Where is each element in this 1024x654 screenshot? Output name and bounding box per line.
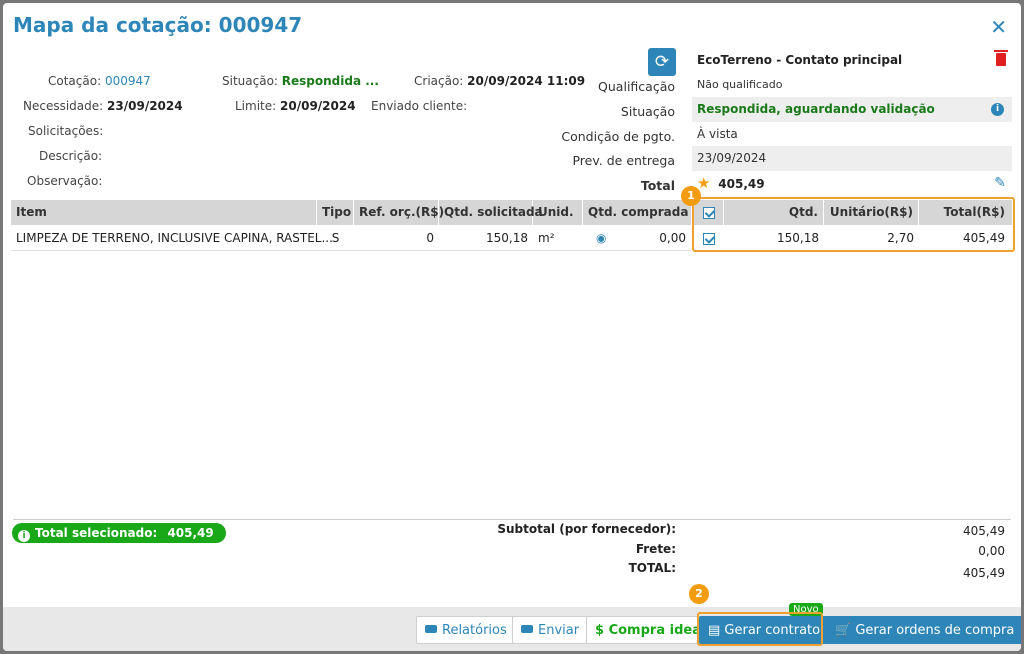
generate-orders-button[interactable]: 🛒 Gerar ordens de compra bbox=[826, 616, 1021, 644]
subtotal-value: 405,49 bbox=[963, 524, 1005, 538]
col-item: Item bbox=[11, 200, 317, 225]
row-qtd-sol: 150,18 bbox=[486, 231, 528, 245]
observacao-label: Observação: bbox=[27, 174, 103, 188]
col-sup-total: Total(R$) bbox=[943, 205, 1005, 219]
subtotal-label: Subtotal (por fornecedor): bbox=[497, 522, 676, 536]
row-checkbox[interactable] bbox=[694, 226, 724, 251]
cart-icon: 🛒 bbox=[835, 623, 856, 638]
supplier-situacao: Respondida, aguardando validação bbox=[697, 102, 935, 116]
step-marker-1: 1 bbox=[681, 186, 701, 206]
necessidade-field: Necessidade: 23/09/2024 bbox=[23, 99, 183, 113]
dollar-icon: $ bbox=[595, 623, 609, 638]
tag-icon bbox=[521, 625, 533, 633]
total-summary-value: 405,49 bbox=[963, 566, 1005, 580]
cotacao-field: Cotação: 000947 bbox=[48, 74, 151, 88]
cotacao-link[interactable]: 000947 bbox=[105, 74, 151, 88]
generate-contract-button[interactable]: ▤ Gerar contrato bbox=[699, 616, 830, 644]
col-qtd-comp: Qtd. comprada bbox=[588, 205, 689, 219]
refresh-icon: ⟳ bbox=[654, 52, 670, 72]
condicao-label: Condição de pgto. bbox=[561, 129, 675, 144]
tag-icon bbox=[425, 625, 437, 633]
total-summary-label: TOTAL: bbox=[628, 561, 676, 575]
col-tipo: Tipo bbox=[317, 200, 354, 225]
reports-button[interactable]: Relatórios bbox=[416, 616, 516, 644]
row-sup-unitario: 2,70 bbox=[887, 231, 914, 245]
eye-icon[interactable]: ◉ bbox=[591, 226, 611, 251]
row-sup-qtd: 150,18 bbox=[777, 231, 819, 245]
supplier-header: EcoTerreno - Contato principal bbox=[692, 48, 1012, 73]
col-unid: Unid. bbox=[533, 200, 583, 225]
divider bbox=[13, 519, 1011, 520]
supplier-table-row: 150,18 2,70 405,49 bbox=[694, 226, 1012, 251]
star-icon: ★ bbox=[697, 173, 711, 192]
edit-icon[interactable]: ✎ bbox=[994, 171, 1006, 196]
limite-field: Limite: 20/09/2024 bbox=[235, 99, 356, 113]
prev-entrega-label: Prev. de entrega bbox=[572, 153, 675, 168]
supplier-total: 405,49 bbox=[718, 176, 765, 191]
situacao-field: Situação: Respondida ... bbox=[222, 74, 379, 88]
supplier-qualificacao: Não qualificado bbox=[697, 77, 783, 91]
row-unid: m² bbox=[538, 231, 555, 245]
close-icon[interactable]: ✕ bbox=[990, 15, 1007, 39]
row-item: LIMPEZA DE TERRENO, INCLUSIVE CAPINA, RA… bbox=[16, 231, 333, 245]
refresh-button[interactable]: ⟳ bbox=[648, 48, 676, 76]
new-badge: Novo bbox=[789, 603, 823, 616]
col-sup-qtd: Qtd. bbox=[724, 200, 824, 225]
frete-value: 0,00 bbox=[978, 544, 1005, 558]
supplier-condicao: À vista bbox=[697, 126, 738, 141]
select-all-checkbox[interactable] bbox=[694, 200, 724, 225]
supplier-name: EcoTerreno - Contato principal bbox=[697, 53, 903, 67]
items-table-header: Item Tipo Ref. orç.(R$) Qtd. solicitada … bbox=[11, 200, 691, 225]
criacao-field: Criação: 20/09/2024 11:09 bbox=[414, 74, 586, 88]
ideal-purchase-button[interactable]: $ Compra ideal bbox=[586, 616, 715, 644]
col-ref: Ref. orç.(R$) bbox=[354, 200, 444, 225]
dialog-footer: Relatórios Enviar $ Compra ideal ▤ Gerar… bbox=[3, 607, 1021, 651]
dialog-title: Mapa da cotação: 000947 bbox=[13, 13, 303, 37]
row-ref: 0 bbox=[426, 231, 434, 245]
total-selected-badge: i Total selecionado: 405,49 bbox=[12, 523, 226, 543]
enviado-field: Enviado cliente: bbox=[371, 99, 468, 113]
qualificacao-label: Qualificação bbox=[598, 79, 675, 94]
step-marker-2: 2 bbox=[689, 584, 709, 604]
frete-label: Frete: bbox=[635, 542, 676, 556]
supplier-table-header: Qtd. Unitário(R$) Total(R$) bbox=[694, 200, 1012, 225]
supplier-total-row: ★ 405,49 ✎ bbox=[692, 171, 1012, 196]
document-icon: ▤ bbox=[708, 623, 725, 638]
send-button[interactable]: Enviar bbox=[512, 616, 589, 644]
row-tipo: S bbox=[331, 231, 340, 245]
col-sup-unitario: Unitário(R$) bbox=[824, 200, 919, 225]
table-row[interactable]: LIMPEZA DE TERRENO, INCLUSIVE CAPINA, RA… bbox=[11, 226, 691, 251]
row-qtd-comp: 0,00 bbox=[659, 231, 686, 245]
quote-map-dialog: Mapa da cotação: 000947 ✕ Cotação: 00094… bbox=[3, 3, 1021, 651]
trash-icon[interactable] bbox=[994, 50, 1008, 66]
supplier-situacao-row: Respondida, aguardando validação i bbox=[692, 97, 1012, 122]
col-qtd-sol: Qtd. solicitada bbox=[439, 200, 543, 225]
row-sup-total: 405,49 bbox=[963, 231, 1005, 245]
descricao-label: Descrição: bbox=[39, 149, 103, 163]
solicitacoes-label: Solicitações: bbox=[28, 124, 104, 138]
supplier-panel: EcoTerreno - Contato principal Não quali… bbox=[692, 48, 1012, 195]
info-icon: i bbox=[18, 530, 30, 542]
situacao-label: Situação bbox=[620, 104, 675, 119]
supplier-prev-entrega: 23/09/2024 bbox=[692, 146, 1012, 171]
info-icon[interactable]: i bbox=[991, 103, 1004, 116]
total-label: Total bbox=[640, 178, 675, 193]
